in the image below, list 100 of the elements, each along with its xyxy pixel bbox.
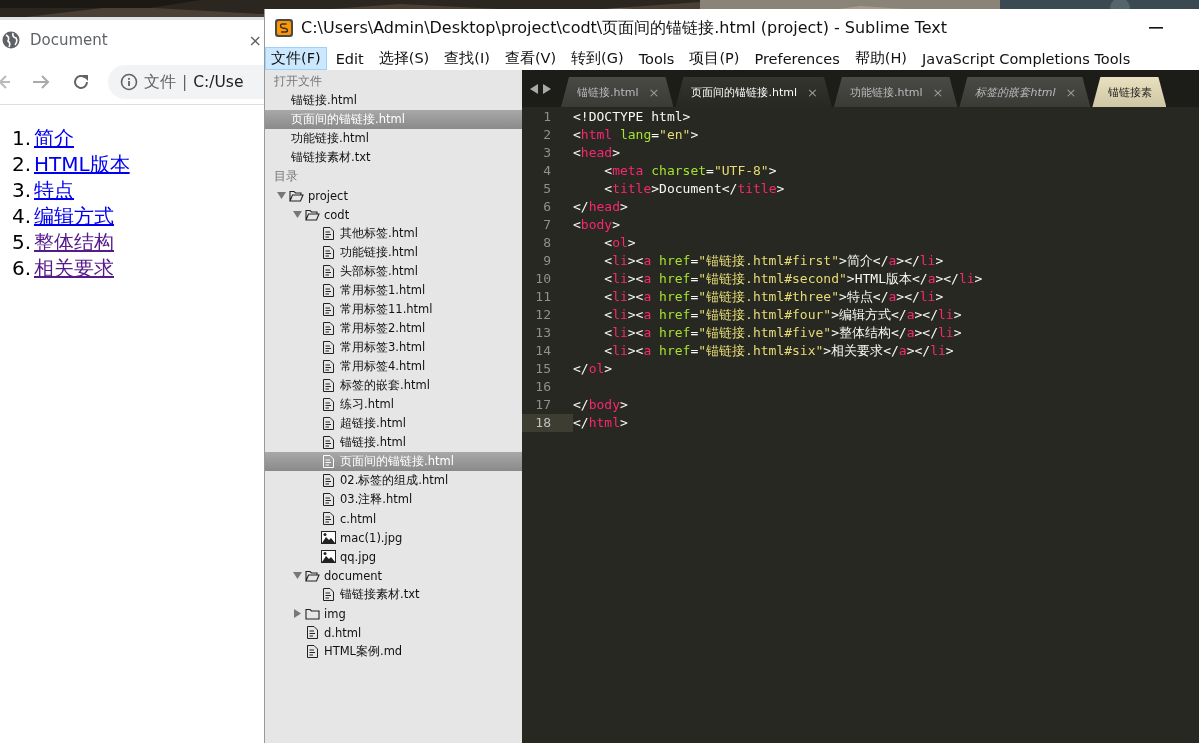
tab-label: 功能链接.html	[849, 84, 923, 100]
tree-item-label[interactable]: 常用标签1.html	[340, 283, 426, 298]
close-tab-button[interactable]: ×	[248, 30, 262, 50]
line-number: 15	[534, 360, 552, 378]
tree-item-label[interactable]: 功能链接.html	[340, 245, 418, 260]
open-file-item[interactable]: 锚链接素材.txt	[265, 148, 522, 167]
reload-icon[interactable]	[72, 73, 90, 91]
menu-item[interactable]: Tools	[632, 47, 681, 70]
forward-icon[interactable]	[32, 73, 50, 91]
tree-item-label[interactable]: img	[324, 606, 346, 621]
close-tab-button[interactable]: ×	[807, 84, 818, 100]
window-title: C:\Users\Admin\Desktop\project\codt\页面间的锚链接.html (project) - Sublime Text	[301, 17, 949, 39]
link[interactable]: 简介	[34, 125, 74, 151]
editor-tab[interactable]: 功能链接.html ×	[833, 77, 958, 107]
file-icon	[322, 379, 334, 392]
browser-tab[interactable]: Document ×	[0, 20, 264, 60]
menu-item[interactable]: Edit	[329, 47, 370, 70]
code-line: <li><a href="锚链接.html#four">编辑方式</a></li>	[603, 306, 962, 324]
link[interactable]: 特点	[34, 177, 74, 203]
minimize-icon[interactable]	[1149, 27, 1163, 29]
tree-item-label[interactable]: 03.注释.html	[340, 492, 413, 507]
editor-tab[interactable]: 锚链接.html ×	[561, 77, 674, 107]
file-icon	[306, 626, 318, 639]
expand-arrow-icon[interactable]	[292, 572, 302, 579]
open-file-item[interactable]: 功能链接.html	[265, 129, 522, 148]
left-arrow-icon[interactable]	[530, 83, 538, 94]
file-icon	[322, 455, 334, 468]
tree-item-label[interactable]: 标签的嵌套.html	[340, 378, 430, 393]
tree-item-label[interactable]: HTML案例.md	[324, 644, 403, 659]
tree-item-label[interactable]: mac(1).jpg	[340, 530, 403, 545]
link[interactable]: 编辑方式	[34, 203, 114, 229]
open-folder-icon	[304, 569, 320, 582]
collapse-arrow-icon[interactable]	[293, 609, 301, 618]
back-icon[interactable]	[0, 73, 10, 91]
right-arrow-icon[interactable]	[543, 83, 551, 94]
code-line: <li><a href="锚链接.html#five">整体结构</a></li>	[603, 324, 962, 342]
menu-item[interactable]: 查找(I)	[438, 47, 496, 70]
code-line: </ol>	[573, 360, 613, 378]
section-heading: 打开文件	[273, 73, 323, 90]
code-line: </body>	[573, 396, 628, 414]
tree-item-label[interactable]: project	[308, 188, 348, 203]
file-icon	[322, 512, 334, 525]
tab-title: Document	[30, 31, 109, 49]
tree-item-label[interactable]: 锚链接素材.txt	[340, 587, 420, 602]
tree-item-label[interactable]: 头部标签.html	[340, 264, 418, 279]
tree-item-label[interactable]: document	[324, 568, 383, 583]
tree-item-label[interactable]: 练习.html	[340, 397, 394, 412]
menu-item[interactable]: 帮助(H)	[848, 47, 913, 70]
menu-item[interactable]: 文件(F)	[265, 47, 327, 70]
expand-arrow-icon[interactable]	[292, 211, 302, 218]
file-icon	[322, 265, 334, 278]
menu-item[interactable]: 选择(S)	[372, 47, 436, 70]
tree-item-label[interactable]: codt	[324, 207, 350, 222]
editor-tab[interactable]: 标签的嵌套html ×	[959, 77, 1091, 107]
tree-item-label[interactable]: 常用标签2.html	[340, 321, 426, 336]
code-line: <body>	[573, 216, 620, 234]
menu-item[interactable]: Preferences	[748, 47, 846, 70]
code-line: <ol>	[603, 234, 636, 252]
tree-item-label[interactable]: 锚链接.html	[340, 435, 406, 450]
menu-item[interactable]: 转到(G)	[565, 47, 630, 70]
tree-item-label[interactable]: 常用标签3.html	[340, 340, 426, 355]
image-icon	[320, 550, 336, 563]
line-number: 7	[542, 216, 552, 234]
line-number: 5	[542, 180, 552, 198]
tree-item-label[interactable]: 02.标签的组成.html	[340, 473, 449, 488]
tree-item-label[interactable]: c.html	[340, 511, 377, 526]
line-number: 11	[534, 288, 552, 306]
code-line: <li><a href="锚链接.html#three">特点</a></li>	[603, 288, 944, 306]
tree-item-label[interactable]: d.html	[324, 625, 362, 640]
editor-tab[interactable]: 页面间的锚链接.html ×	[675, 77, 832, 107]
tree-item-label[interactable]: qq.jpg	[340, 549, 377, 564]
close-tab-button[interactable]: ×	[1065, 84, 1077, 100]
line-number: 9	[542, 252, 552, 270]
file-icon	[322, 360, 334, 373]
tree-item-label[interactable]: 常用标签4.html	[340, 359, 426, 374]
line-number: 6	[542, 198, 552, 216]
tree-item-label[interactable]: 常用标签11.html	[340, 302, 433, 317]
line-number: 10	[534, 270, 552, 288]
code-line: <title>Document</title>	[603, 180, 785, 198]
menu-item[interactable]: JavaScript Completions Tools	[915, 47, 1137, 70]
expand-arrow-icon[interactable]	[276, 192, 286, 199]
close-tab-button[interactable]: ×	[932, 84, 944, 100]
link[interactable]: HTML版本	[34, 151, 130, 177]
editor-tab[interactable]: 锚链接素	[1092, 77, 1167, 107]
file-icon	[322, 322, 334, 335]
list-number: 4.	[12, 203, 28, 229]
link[interactable]: 相关要求	[34, 255, 114, 281]
open-file-item[interactable]: 锚链接.html	[265, 91, 522, 110]
menu-item[interactable]: 查看(V)	[498, 47, 563, 70]
info-icon	[120, 73, 138, 91]
line-number: 2	[542, 126, 552, 144]
list-number: 6.	[12, 255, 28, 281]
close-tab-button[interactable]: ×	[648, 84, 660, 100]
file-icon	[322, 303, 334, 316]
address-bar[interactable]: 文件 | C:/Use	[108, 65, 264, 99]
code-line: <li><a href="锚链接.html#six">相关要求</a></li>	[603, 342, 954, 360]
link[interactable]: 整体结构	[34, 229, 114, 255]
tree-item-label[interactable]: 超链接.html	[340, 416, 406, 431]
menu-item[interactable]: 项目(P)	[683, 47, 746, 70]
tree-item-label[interactable]: 其他标签.html	[340, 226, 418, 241]
